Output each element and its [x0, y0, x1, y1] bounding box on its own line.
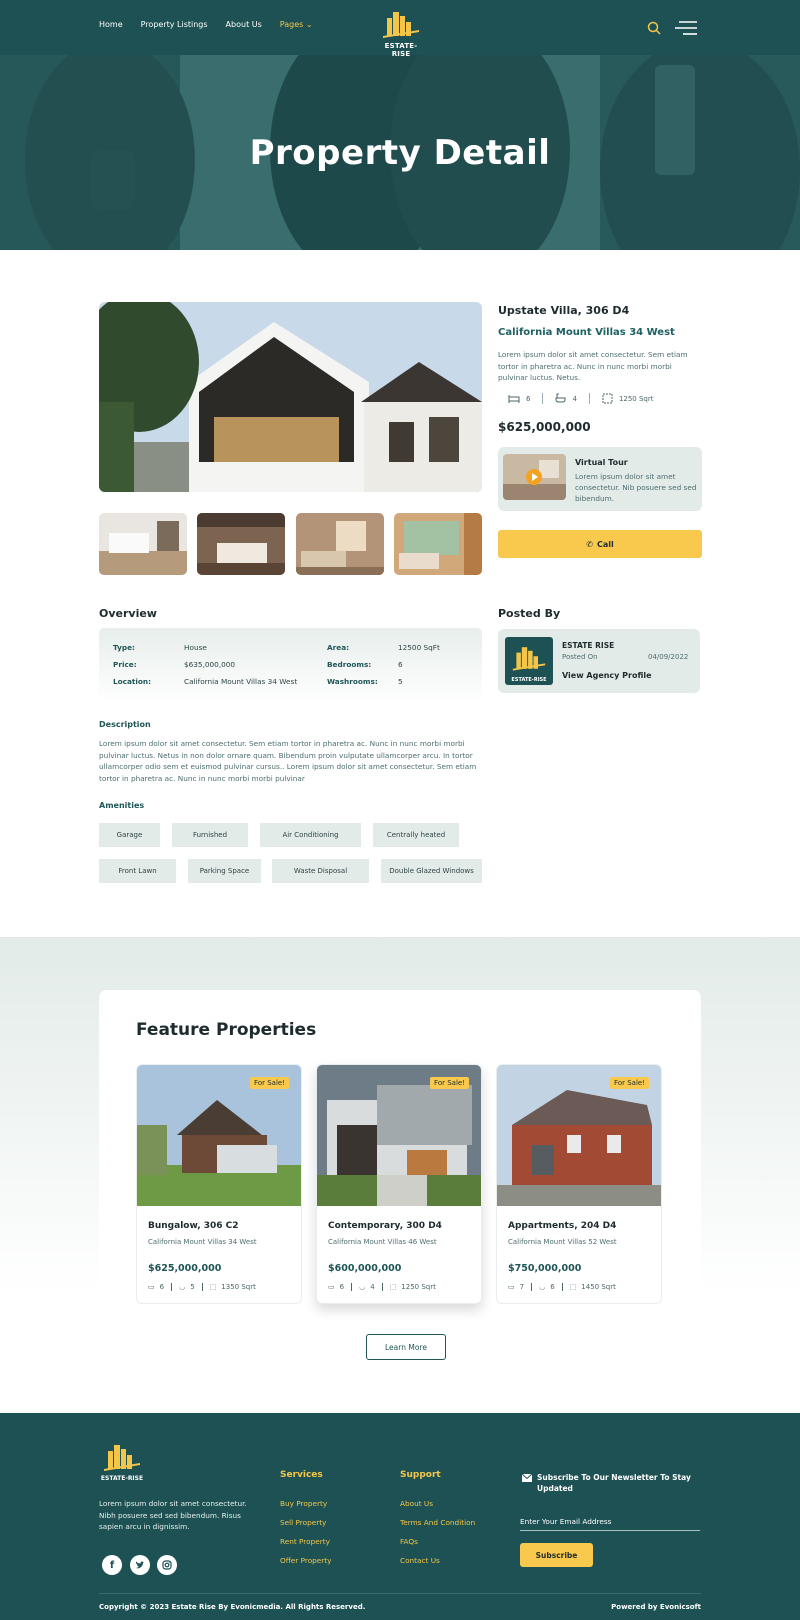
amenity-chip: Furnished	[172, 823, 248, 847]
property-card[interactable]: For Sale! Contemporary, 300 D4 Californi…	[316, 1064, 482, 1304]
nav-about-us[interactable]: About Us	[226, 20, 262, 29]
featured-heading: Feature Properties	[136, 1020, 317, 1040]
powered-by-text: Powered by Evonicsoft	[611, 1603, 701, 1611]
footer-link-contact-us[interactable]: Contact Us	[400, 1556, 440, 1565]
description-text: Lorem ipsum dolor sit amet consectetur. …	[99, 739, 477, 783]
top-navigation: Home Property Listings About Us Pages ⌄ …	[0, 0, 800, 58]
view-agency-profile-link[interactable]: View Agency Profile	[562, 671, 652, 680]
footer-link-rent-property[interactable]: Rent Property	[280, 1537, 330, 1546]
amenity-chip: Centrally heated	[373, 823, 459, 847]
posted-on-label: Posted On	[562, 653, 598, 661]
property-card-image: For Sale!	[137, 1065, 301, 1206]
footer-link-about-us[interactable]: About Us	[400, 1499, 433, 1508]
area-icon: ⬚	[569, 1283, 577, 1291]
amenity-chip: Garage	[99, 823, 160, 847]
for-sale-badge: For Sale!	[250, 1077, 289, 1089]
virtual-tour-card[interactable]: Virtual Tour Lorem ipsum dolor sit amet …	[498, 447, 702, 511]
page-title: Property Detail	[249, 133, 551, 173]
property-summary: Lorem ipsum dolor sit amet consectetur. …	[498, 350, 688, 382]
property-features: 6 4 1250 Sqrt	[498, 393, 666, 404]
overview-heading: Overview	[99, 607, 157, 620]
search-icon[interactable]	[647, 21, 661, 35]
thumbnail-bedroom[interactable]	[197, 513, 285, 575]
for-sale-badge: For Sale!	[610, 1077, 649, 1089]
bed-icon: ▭	[508, 1283, 515, 1291]
chevron-down-icon: ⌄	[305, 20, 313, 29]
facebook-icon[interactable]: f	[102, 1555, 122, 1575]
newsletter-heading: Subscribe To Our Newsletter To Stay Upda…	[537, 1473, 691, 1493]
nav-property-listings[interactable]: Property Listings	[141, 20, 208, 29]
footer: ESTATE-RISE Lorem ipsum dolor sit amet c…	[0, 1413, 800, 1620]
bed-icon: ▭	[148, 1283, 155, 1291]
amenity-chip: Parking Space	[188, 859, 261, 883]
hamburger-menu-icon[interactable]	[675, 21, 699, 35]
agency-logo: ESTATE-RISE	[505, 637, 553, 685]
virtual-tour-text: Lorem ipsum dolor sit amet consectetur. …	[575, 472, 697, 503]
thumbnail-living-room[interactable]	[296, 513, 384, 575]
area-icon: ⬚	[389, 1283, 397, 1291]
property-price: $625,000,000	[498, 420, 591, 434]
beds-feature: 6	[498, 394, 542, 403]
property-card[interactable]: For Sale! Bungalow, 306 C2 California Mo…	[136, 1064, 302, 1304]
support-heading: Support	[400, 1470, 441, 1480]
area-icon	[602, 393, 613, 404]
virtual-tour-thumbnail[interactable]	[503, 454, 566, 500]
hero-banner: Home Property Listings About Us Pages ⌄ …	[0, 0, 800, 250]
bath-icon: ◡	[359, 1283, 366, 1291]
instagram-icon[interactable]	[157, 1555, 177, 1575]
amenity-chip: Air Conditioning	[260, 823, 361, 847]
learn-more-button[interactable]: Learn More	[366, 1334, 446, 1360]
bath-icon: ◡	[539, 1283, 546, 1291]
area-icon: ⬚	[209, 1283, 217, 1291]
footer-link-offer-property[interactable]: Offer Property	[280, 1556, 331, 1565]
building-logo-icon	[512, 647, 546, 671]
agency-name: ESTATE RISE	[562, 641, 615, 650]
bed-icon	[508, 395, 520, 403]
bath-icon	[555, 393, 566, 403]
description-heading: Description	[99, 720, 151, 729]
bath-icon: ◡	[179, 1283, 186, 1291]
posted-by-card: ESTATE-RISE ESTATE RISE Posted On 04/09/…	[498, 629, 700, 693]
property-card[interactable]: For Sale! Appartments, 204 D4 California…	[496, 1064, 662, 1304]
site-logo[interactable]: ESTATE-RISE	[378, 10, 424, 58]
building-logo-icon	[104, 1445, 140, 1471]
posted-date: 04/09/2022	[648, 653, 689, 661]
property-card-image: For Sale!	[317, 1065, 481, 1206]
property-name: Upstate Villa, 306 D4	[498, 304, 630, 317]
amenity-chip: Front Lawn	[99, 859, 176, 883]
thumbnail-sunroom[interactable]	[394, 513, 482, 575]
subscribe-button[interactable]: Subscribe	[520, 1543, 593, 1567]
property-address: California Mount Villas 34 West	[498, 327, 675, 338]
property-card-image: For Sale!	[497, 1065, 661, 1206]
posted-by-heading: Posted By	[498, 607, 561, 620]
footer-divider	[99, 1593, 701, 1594]
footer-link-terms[interactable]: Terms And Condition	[400, 1518, 475, 1527]
copyright-text: Copyright © 2023 Estate Rise By Evonicme…	[99, 1603, 366, 1611]
overview-table: Type: House Price: $635,000,000 Location…	[99, 628, 482, 703]
call-button[interactable]: ✆ Call	[498, 530, 702, 558]
mail-icon	[522, 1474, 532, 1482]
email-input[interactable]: Enter Your Email Address	[520, 1517, 700, 1531]
main-property-photo[interactable]	[99, 302, 482, 492]
building-logo-icon	[383, 12, 419, 38]
footer-logo[interactable]: ESTATE-RISE	[99, 1443, 145, 1482]
for-sale-badge: For Sale!	[430, 1077, 469, 1089]
footer-about: Lorem ipsum dolor sit amet consectetur. …	[99, 1499, 247, 1531]
services-heading: Services	[280, 1470, 323, 1480]
twitter-icon[interactable]	[130, 1555, 150, 1575]
bed-icon: ▭	[328, 1283, 335, 1291]
footer-link-buy-property[interactable]: Buy Property	[280, 1499, 327, 1508]
amenities-heading: Amenities	[99, 801, 145, 810]
thumbnail-kitchen[interactable]	[99, 513, 187, 575]
footer-link-sell-property[interactable]: Sell Property	[280, 1518, 326, 1527]
virtual-tour-title: Virtual Tour	[575, 458, 628, 467]
nav-pages-dropdown[interactable]: Pages ⌄	[280, 20, 313, 29]
phone-icon: ✆	[586, 539, 593, 549]
amenity-chip: Double Glazed Windows	[381, 859, 482, 883]
amenity-chip: Waste Disposal	[272, 859, 369, 883]
area-feature: 1250 Sqrt	[588, 393, 666, 404]
footer-link-faqs[interactable]: FAQs	[400, 1537, 418, 1546]
baths-feature: 4	[542, 393, 588, 404]
nav-home[interactable]: Home	[99, 20, 123, 29]
